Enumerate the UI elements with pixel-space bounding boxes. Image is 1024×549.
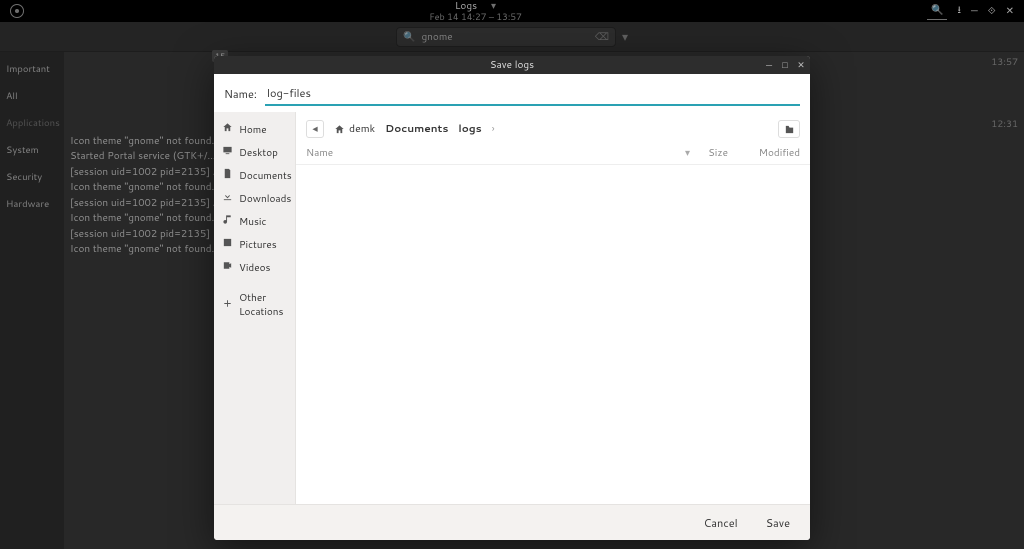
plus-icon bbox=[222, 298, 233, 313]
window-close-icon[interactable]: ✕ bbox=[796, 60, 806, 70]
place-label: Home bbox=[239, 123, 267, 137]
place-label: Music bbox=[239, 215, 266, 229]
place-label: Videos bbox=[239, 261, 270, 275]
place-label: Pictures bbox=[239, 238, 277, 252]
place-label: Other Locations bbox=[239, 291, 287, 319]
save-dialog: Save logs — □ ✕ Name: Home Desktop Documen… bbox=[214, 56, 810, 540]
places-sidebar: Home Desktop Documents Downloads Music Pictur… bbox=[214, 112, 296, 504]
desktop-icon bbox=[222, 145, 233, 160]
place-label: Downloads bbox=[239, 192, 291, 206]
place-music[interactable]: Music bbox=[214, 210, 295, 233]
pictures-icon bbox=[222, 237, 233, 252]
place-other-locations[interactable]: Other Locations bbox=[214, 287, 295, 323]
file-list[interactable] bbox=[296, 165, 810, 504]
col-size: Size bbox=[690, 146, 740, 160]
chevron-right-icon: › bbox=[492, 122, 495, 136]
place-docs[interactable]: Documents bbox=[214, 164, 295, 187]
filename-input[interactable] bbox=[265, 82, 800, 106]
filename-label: Name: bbox=[224, 86, 257, 102]
new-folder-button[interactable] bbox=[778, 120, 800, 138]
file-list-header[interactable]: Name ▾ Size Modified bbox=[296, 142, 810, 165]
col-modified: Modified bbox=[740, 146, 800, 160]
folder-plus-icon bbox=[784, 124, 795, 135]
docs-icon bbox=[222, 168, 233, 183]
place-home[interactable]: Home bbox=[214, 118, 295, 141]
home-icon bbox=[222, 122, 233, 137]
place-desktop[interactable]: Desktop bbox=[214, 141, 295, 164]
download-icon bbox=[222, 191, 233, 206]
path-bar: ◂ demk Documents logs › bbox=[296, 112, 810, 142]
path-seg-documents[interactable]: Documents bbox=[385, 122, 448, 136]
cancel-button[interactable]: Cancel bbox=[704, 515, 738, 531]
path-seg-logs[interactable]: logs bbox=[458, 122, 481, 136]
music-icon bbox=[222, 214, 233, 229]
dialog-titlebar[interactable]: Save logs — □ ✕ bbox=[214, 56, 810, 74]
place-videos[interactable]: Videos bbox=[214, 256, 295, 279]
home-icon bbox=[334, 124, 345, 135]
place-pictures[interactable]: Pictures bbox=[214, 233, 295, 256]
place-label: Desktop bbox=[239, 146, 278, 160]
dialog-action-bar: Cancel Save bbox=[214, 504, 810, 540]
col-name: Name bbox=[306, 146, 333, 160]
window-maximize-icon[interactable]: □ bbox=[780, 60, 790, 70]
place-label: Documents bbox=[239, 169, 292, 183]
videos-icon bbox=[222, 260, 233, 275]
window-minimize-icon[interactable]: — bbox=[764, 60, 774, 70]
place-download[interactable]: Downloads bbox=[214, 187, 295, 210]
save-button[interactable]: Save bbox=[766, 515, 790, 531]
path-home[interactable]: demk bbox=[334, 122, 375, 136]
dialog-title: Save logs bbox=[490, 58, 534, 72]
path-back-button[interactable]: ◂ bbox=[306, 120, 324, 138]
modal-overlay: Save logs — □ ✕ Name: Home Desktop Documen… bbox=[0, 0, 1024, 549]
